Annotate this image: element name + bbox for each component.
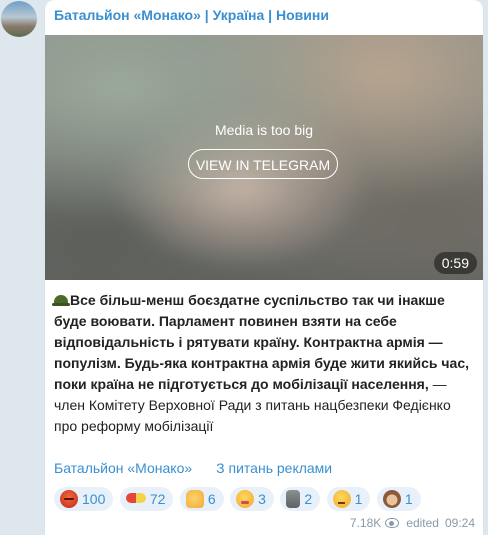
message-meta: 7.18K edited 09:24	[350, 516, 475, 530]
channel-footer-link[interactable]: Батальйон «Монако»	[54, 460, 192, 476]
reaction-moai[interactable]: 2	[280, 487, 321, 511]
reaction-angry[interactable]: 100	[54, 487, 114, 511]
military-helmet-icon	[52, 295, 70, 306]
video-duration-badge: 0:59	[433, 252, 477, 274]
see-no-evil-monkey-icon	[382, 490, 401, 508]
reaction-count: 2	[304, 491, 313, 507]
reaction-count: 3	[258, 491, 266, 507]
reaction-pill[interactable]: 72	[119, 487, 174, 511]
footer-links: Батальйон «Монако» З питань реклами	[54, 460, 332, 476]
reaction-see-no-evil[interactable]: 1	[376, 487, 421, 511]
channel-name-link[interactable]: Батальйон «Монако» | Україна | Новини	[54, 7, 329, 23]
message-bubble: Батальйон «Монако» | Україна | Новини Me…	[45, 0, 483, 535]
channel-avatar[interactable]	[1, 1, 37, 37]
angry-face-icon	[60, 490, 78, 508]
post-quote-bold: Все більш-менш боєздатне суспільство так…	[54, 292, 470, 392]
reaction-count: 72	[149, 491, 166, 507]
media-too-big-notice: Media is too big	[214, 122, 314, 138]
view-count: 7.18K	[349, 516, 382, 530]
video-preview[interactable]: Media is too big VIEW IN TELEGRAM 0:59	[45, 35, 483, 280]
reaction-count: 6	[207, 491, 216, 507]
thinking-face-icon	[332, 490, 351, 508]
thumbs-up-icon	[185, 490, 204, 508]
reaction-count: 1	[354, 491, 363, 507]
edited-label: edited	[406, 516, 439, 530]
ads-contact-link[interactable]: З питань реклами	[216, 460, 332, 476]
reaction-thinking[interactable]: 1	[326, 487, 371, 511]
eye-icon	[385, 518, 400, 528]
message-time: 09:24	[444, 516, 475, 530]
moai-icon	[286, 490, 301, 508]
post-text: Все більш-менш боєздатне суспільство так…	[52, 290, 476, 437]
view-in-telegram-button[interactable]: VIEW IN TELEGRAM	[188, 149, 338, 179]
reaction-count: 1	[404, 491, 413, 507]
woozy-face-icon	[236, 490, 255, 508]
reaction-thumbs-up[interactable]: 6	[179, 487, 224, 511]
reaction-woozy[interactable]: 3	[230, 487, 274, 511]
pill-icon	[125, 493, 146, 503]
reactions-bar: 100 72 6 3 2 1 1	[54, 487, 479, 511]
reaction-count: 100	[82, 491, 106, 507]
